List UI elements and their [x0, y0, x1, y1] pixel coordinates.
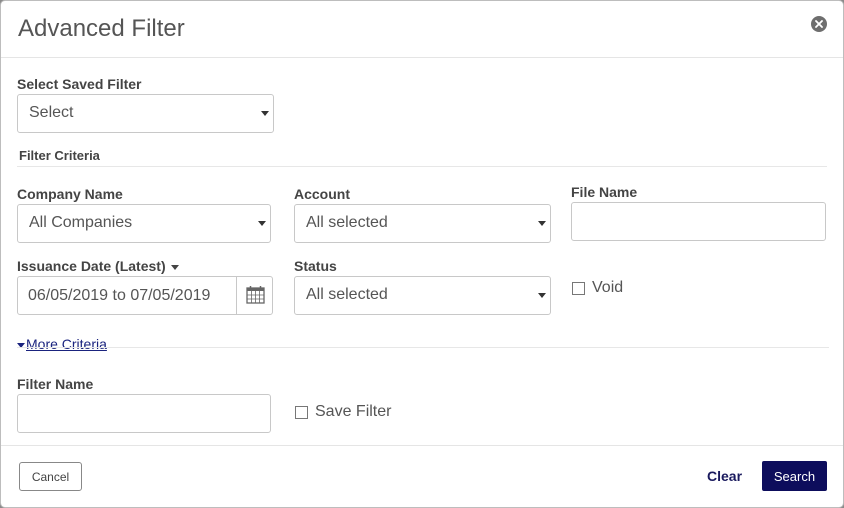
void-checkbox[interactable]: Void [572, 279, 623, 297]
status-select[interactable]: All selected [294, 276, 551, 315]
account-value: All selected [306, 214, 388, 231]
issuance-date-label-text: Issuance Date (Latest) [17, 258, 166, 274]
clear-button[interactable]: Clear [707, 468, 742, 484]
chevron-down-icon [538, 221, 546, 226]
issuance-date-label: Issuance Date (Latest) [17, 258, 179, 274]
company-name-select[interactable]: All Companies [17, 204, 271, 243]
chevron-down-icon [261, 111, 269, 116]
modal-title: Advanced Filter [18, 15, 185, 42]
modal-header: Advanced Filter [1, 1, 843, 58]
saved-filter-value: Select [29, 104, 74, 121]
checkbox-box[interactable] [572, 281, 585, 295]
more-criteria-label: More Criteria [26, 336, 107, 352]
issuance-date-value: 06/05/2019 to 07/05/2019 [28, 287, 211, 304]
status-label: Status [294, 258, 337, 274]
more-criteria-link[interactable]: More Criteria [17, 336, 107, 352]
status-value: All selected [306, 286, 388, 303]
calendar-icon[interactable] [236, 277, 273, 314]
account-label: Account [294, 186, 350, 202]
chevron-down-icon [258, 221, 266, 226]
advanced-filter-modal: Advanced Filter Select Saved Filter Sele… [0, 0, 844, 508]
file-name-input[interactable] [571, 202, 826, 241]
void-label: Void [592, 279, 624, 296]
chevron-down-icon[interactable] [170, 264, 179, 270]
filter-name-label: Filter Name [17, 376, 94, 392]
filter-name-input[interactable] [17, 394, 271, 433]
divider [17, 347, 829, 348]
saved-filter-label: Select Saved Filter [17, 76, 142, 92]
company-name-label: Company Name [17, 186, 123, 202]
save-filter-checkbox[interactable]: Save Filter [295, 403, 391, 421]
checkbox-box[interactable] [295, 405, 308, 419]
close-icon[interactable] [811, 16, 827, 32]
saved-filter-select[interactable]: Select [17, 94, 274, 133]
company-name-value: All Companies [29, 214, 133, 231]
account-select[interactable]: All selected [294, 204, 551, 243]
filter-criteria-heading: Filter Criteria [19, 148, 100, 163]
file-name-label: File Name [571, 184, 638, 200]
chevron-down-icon [538, 293, 546, 298]
search-button[interactable]: Search [762, 461, 827, 491]
save-filter-label: Save Filter [315, 403, 392, 420]
divider [17, 166, 827, 167]
issuance-date-range-input[interactable]: 06/05/2019 to 07/05/2019 [17, 276, 273, 315]
cancel-button[interactable]: Cancel [19, 462, 82, 491]
modal-footer: Cancel Clear Search [1, 445, 843, 507]
